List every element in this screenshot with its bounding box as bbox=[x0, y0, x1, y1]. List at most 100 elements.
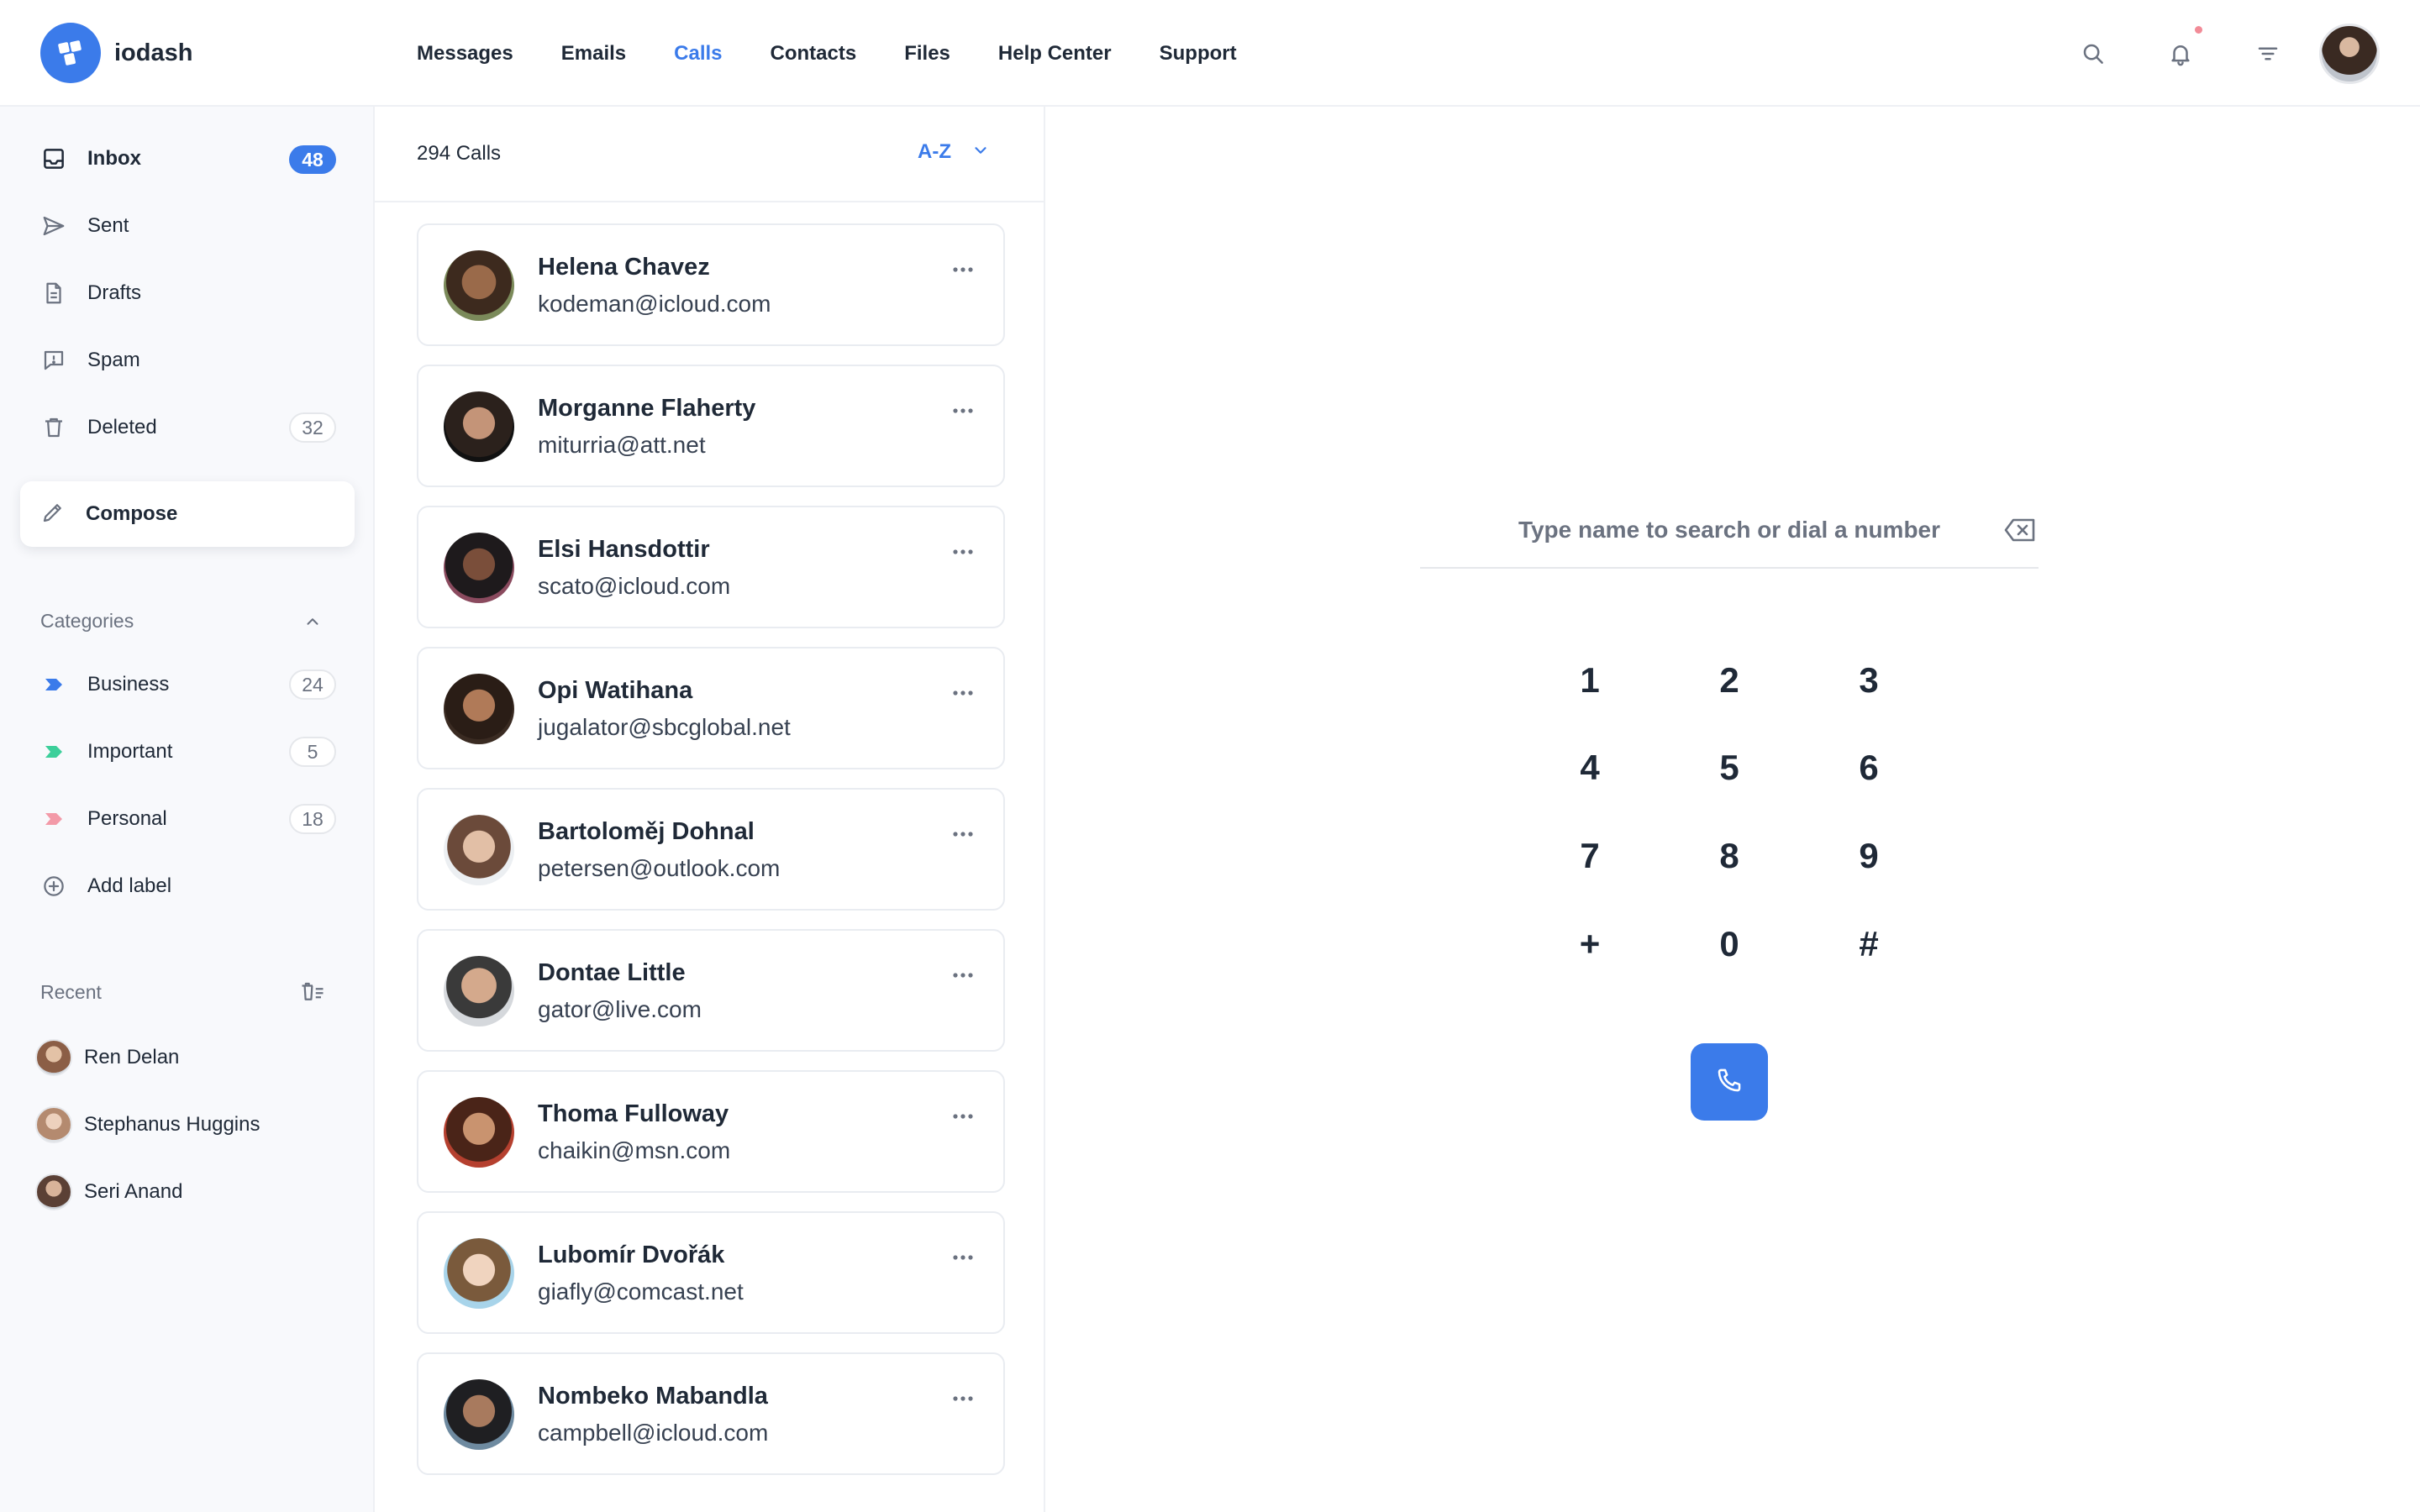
contact-name: Dontae Little bbox=[538, 959, 686, 986]
call-card[interactable]: Thoma Fulloway chaikin@msn.com bbox=[417, 1070, 1005, 1193]
more-options-icon[interactable] bbox=[944, 539, 981, 564]
deleted-count-badge: 32 bbox=[289, 412, 336, 443]
sidebar-item-inbox[interactable]: Inbox 48 bbox=[40, 139, 336, 179]
top-header: iodash Messages Emails Calls Contacts Fi… bbox=[0, 0, 2420, 107]
sidebar-item-label: Drafts bbox=[87, 281, 142, 304]
more-options-icon[interactable] bbox=[944, 257, 981, 282]
dial-key-9[interactable]: 9 bbox=[1818, 821, 1919, 891]
dial-search-input[interactable] bbox=[1494, 517, 1965, 543]
call-card[interactable]: Bartoloměj Dohnal petersen@outlook.com bbox=[417, 788, 1005, 911]
call-card[interactable]: Lubomír Dvořák giafly@comcast.net bbox=[417, 1211, 1005, 1334]
avatar bbox=[444, 391, 514, 462]
dial-key-1[interactable]: 1 bbox=[1539, 645, 1640, 716]
contact-email: kodeman@icloud.com bbox=[538, 291, 771, 317]
calls-header: 294 Calls A-Z bbox=[375, 107, 1044, 202]
add-label-button[interactable]: Add label bbox=[40, 866, 336, 906]
compose-label: Compose bbox=[86, 502, 178, 525]
user-avatar[interactable] bbox=[2319, 24, 2380, 84]
more-options-icon[interactable] bbox=[944, 1386, 981, 1411]
app-logo[interactable]: iodash bbox=[40, 23, 192, 83]
dialer-panel: 1 2 3 4 5 6 7 8 9 + 0 # bbox=[1045, 107, 2420, 1512]
avatar bbox=[35, 1039, 72, 1076]
tag-icon bbox=[40, 671, 67, 698]
sidebar-item-deleted[interactable]: Deleted 32 bbox=[40, 407, 336, 448]
call-card[interactable]: Opi Watihana jugalator@sbcglobal.net bbox=[417, 647, 1005, 769]
nav-files[interactable]: Files bbox=[904, 42, 950, 66]
avatar bbox=[444, 1238, 514, 1309]
more-options-icon[interactable] bbox=[944, 1104, 981, 1129]
category-count-badge: 18 bbox=[289, 804, 336, 834]
sidebar-item-label: Deleted bbox=[87, 416, 157, 438]
nav-emails[interactable]: Emails bbox=[561, 42, 626, 66]
bell-icon[interactable] bbox=[2164, 37, 2197, 71]
send-icon bbox=[40, 213, 67, 239]
more-options-icon[interactable] bbox=[944, 963, 981, 988]
sort-dropdown[interactable]: A-Z bbox=[918, 140, 990, 164]
filter-icon[interactable] bbox=[2251, 37, 2285, 71]
contact-name: Lubomír Dvořák bbox=[538, 1242, 725, 1268]
call-card[interactable]: Dontae Little gator@live.com bbox=[417, 929, 1005, 1052]
dial-key-2[interactable]: 2 bbox=[1679, 645, 1780, 716]
avatar bbox=[444, 533, 514, 603]
contact-email: campbell@icloud.com bbox=[538, 1420, 769, 1446]
nav-contacts[interactable]: Contacts bbox=[771, 42, 857, 66]
avatar bbox=[444, 674, 514, 744]
backspace-icon[interactable] bbox=[2002, 515, 2039, 545]
nav-support[interactable]: Support bbox=[1160, 42, 1237, 66]
dial-key-7[interactable]: 7 bbox=[1539, 821, 1640, 891]
contact-name: Helena Chavez bbox=[538, 254, 710, 281]
recent-contact[interactable]: Ren Delan bbox=[35, 1037, 331, 1078]
spam-icon bbox=[40, 347, 67, 374]
contact-email: miturria@att.net bbox=[538, 432, 706, 458]
dial-key-4[interactable]: 4 bbox=[1539, 732, 1640, 803]
dial-key-3[interactable]: 3 bbox=[1818, 645, 1919, 716]
sidebar: Inbox 48 Sent Drafts Spam Deleted 32 Com… bbox=[0, 107, 375, 1512]
nav-help-center[interactable]: Help Center bbox=[998, 42, 1112, 66]
category-count-badge: 24 bbox=[289, 669, 336, 700]
contact-name: Opi Watihana bbox=[538, 677, 693, 704]
more-options-icon[interactable] bbox=[944, 822, 981, 847]
avatar bbox=[444, 956, 514, 1026]
pencil-icon bbox=[40, 500, 66, 529]
clear-recent-icon[interactable] bbox=[297, 977, 328, 1007]
sidebar-item-spam[interactable]: Spam bbox=[40, 340, 336, 381]
sidebar-item-sent[interactable]: Sent bbox=[40, 206, 336, 246]
dial-key-0[interactable]: 0 bbox=[1679, 909, 1780, 979]
more-options-icon[interactable] bbox=[944, 1245, 981, 1270]
trash-icon bbox=[40, 414, 67, 441]
nav-messages[interactable]: Messages bbox=[417, 42, 513, 66]
calls-count: 294 Calls bbox=[417, 142, 502, 165]
avatar bbox=[444, 1379, 514, 1450]
more-options-icon[interactable] bbox=[944, 680, 981, 706]
inbox-count-badge: 48 bbox=[289, 145, 336, 174]
avatar bbox=[35, 1106, 72, 1143]
dial-key-plus[interactable]: + bbox=[1539, 909, 1640, 979]
call-card[interactable]: Helena Chavez kodeman@icloud.com bbox=[417, 223, 1005, 346]
contact-name: Elsi Hansdottir bbox=[538, 536, 710, 563]
recent-contact[interactable]: Stephanus Huggins bbox=[35, 1105, 331, 1145]
compose-button[interactable]: Compose bbox=[20, 481, 355, 547]
call-button[interactable] bbox=[1691, 1043, 1768, 1121]
chevron-down-icon bbox=[971, 141, 990, 164]
draft-icon bbox=[40, 280, 67, 307]
notification-dot bbox=[2195, 26, 2202, 34]
call-card[interactable]: Nombeko Mabandla campbell@icloud.com bbox=[417, 1352, 1005, 1475]
category-business[interactable]: Business 24 bbox=[40, 664, 336, 705]
dial-key-hash[interactable]: # bbox=[1818, 909, 1919, 979]
avatar bbox=[444, 1097, 514, 1168]
category-important[interactable]: Important 5 bbox=[40, 732, 336, 772]
chevron-up-icon[interactable] bbox=[297, 606, 328, 637]
search-icon[interactable] bbox=[2076, 37, 2110, 71]
category-label: Important bbox=[87, 740, 173, 763]
nav-calls[interactable]: Calls bbox=[674, 42, 722, 66]
call-card[interactable]: Elsi Hansdottir scato@icloud.com bbox=[417, 506, 1005, 628]
dial-key-8[interactable]: 8 bbox=[1679, 821, 1780, 891]
call-card[interactable]: Morganne Flaherty miturria@att.net bbox=[417, 365, 1005, 487]
contact-name: Bartoloměj Dohnal bbox=[538, 818, 755, 845]
recent-contact[interactable]: Seri Anand bbox=[35, 1172, 331, 1212]
dial-key-5[interactable]: 5 bbox=[1679, 732, 1780, 803]
category-personal[interactable]: Personal 18 bbox=[40, 799, 336, 839]
sidebar-item-drafts[interactable]: Drafts bbox=[40, 273, 336, 313]
dial-key-6[interactable]: 6 bbox=[1818, 732, 1919, 803]
more-options-icon[interactable] bbox=[944, 398, 981, 423]
